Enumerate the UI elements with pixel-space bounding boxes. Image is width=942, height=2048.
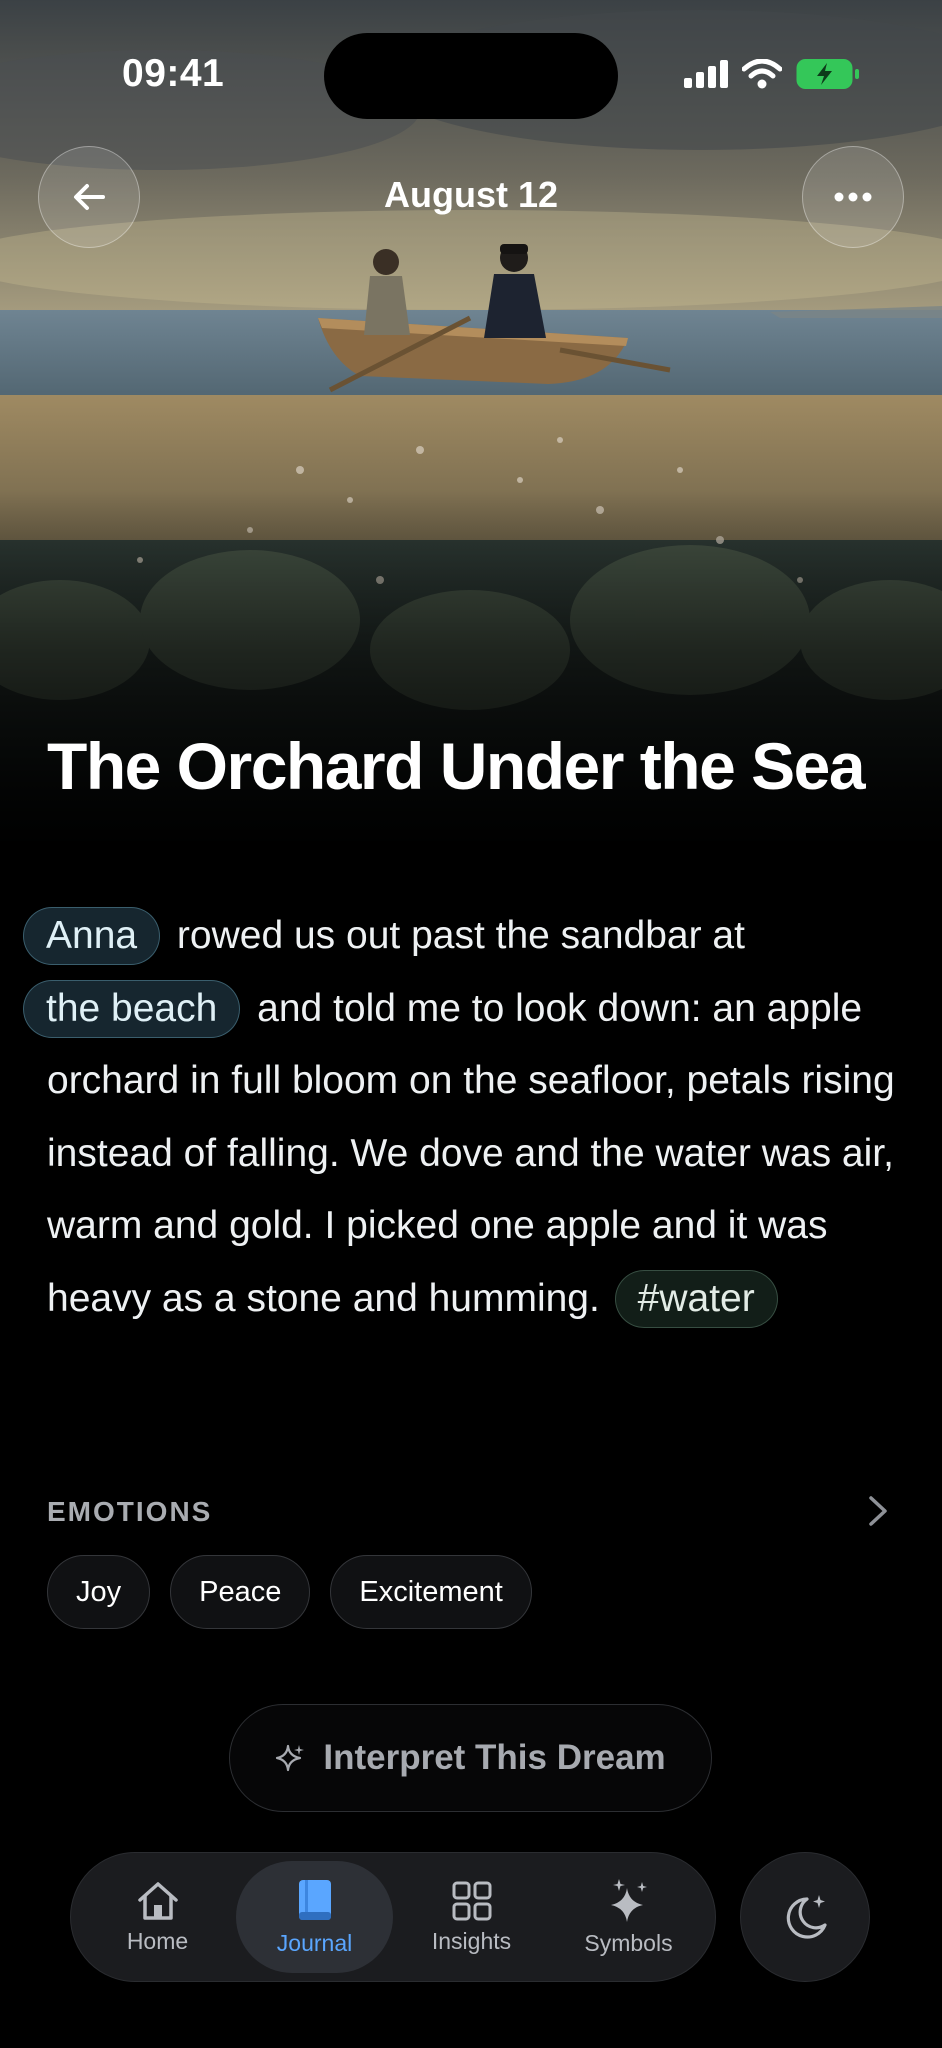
- interpret-dream-label: Interpret This Dream: [323, 1738, 666, 1777]
- dynamic-island: [324, 33, 618, 119]
- entry-date: August 12: [383, 174, 559, 215]
- tab-symbols[interactable]: Symbols: [550, 1861, 707, 1973]
- tab-home-label: Home: [126, 1927, 189, 1954]
- dream-text: Anna rowed us out past the sandbar at th…: [23, 900, 897, 1335]
- tag-chip[interactable]: #water: [614, 1269, 778, 1328]
- place-chip[interactable]: the beach: [23, 979, 241, 1038]
- emotion-chip-excitement[interactable]: Excitement: [330, 1555, 532, 1629]
- more-options-button[interactable]: [802, 146, 904, 248]
- tab-insights[interactable]: Insights: [393, 1861, 550, 1973]
- interpret-dream-button[interactable]: Interpret This Dream: [229, 1704, 712, 1812]
- emotions-list: Joy Peace Excitement: [47, 1555, 532, 1629]
- sparkles-icon: [610, 1878, 647, 1922]
- cellular-signal-icon: [684, 60, 728, 88]
- tab-bar: Home Journal Insights Symbols: [70, 1852, 716, 1982]
- tab-journal[interactable]: Journal: [236, 1861, 393, 1973]
- hero-image: [0, 0, 942, 850]
- tab-home[interactable]: Home: [79, 1861, 236, 1973]
- dream-text-segment-1: rowed us out past the sandbar at: [166, 914, 745, 957]
- home-icon: [137, 1881, 178, 1920]
- emotion-chip-joy[interactable]: Joy: [47, 1555, 151, 1629]
- tab-symbols-label: Symbols: [584, 1929, 673, 1956]
- status-icons: [684, 58, 860, 90]
- emotion-chip-peace[interactable]: Peace: [170, 1555, 311, 1629]
- night-mode-button[interactable]: [740, 1852, 870, 1982]
- grid-icon: [452, 1881, 491, 1920]
- ellipsis-icon: [834, 192, 872, 202]
- chevron-right-icon[interactable]: [866, 1494, 890, 1528]
- sparkle-icon: [276, 1744, 305, 1772]
- emotions-heading: EMOTIONS: [47, 1496, 213, 1527]
- tab-journal-label: Journal: [276, 1929, 353, 1956]
- tab-insights-label: Insights: [431, 1927, 512, 1954]
- person-chip[interactable]: Anna: [23, 907, 161, 965]
- moon-icon: [786, 1895, 827, 1939]
- status-time: 09:41: [122, 52, 225, 95]
- wifi-icon: [742, 59, 782, 89]
- dream-title: The Orchard Under the Sea: [47, 729, 866, 803]
- book-icon: [298, 1879, 331, 1920]
- battery-charging-icon: [796, 59, 859, 89]
